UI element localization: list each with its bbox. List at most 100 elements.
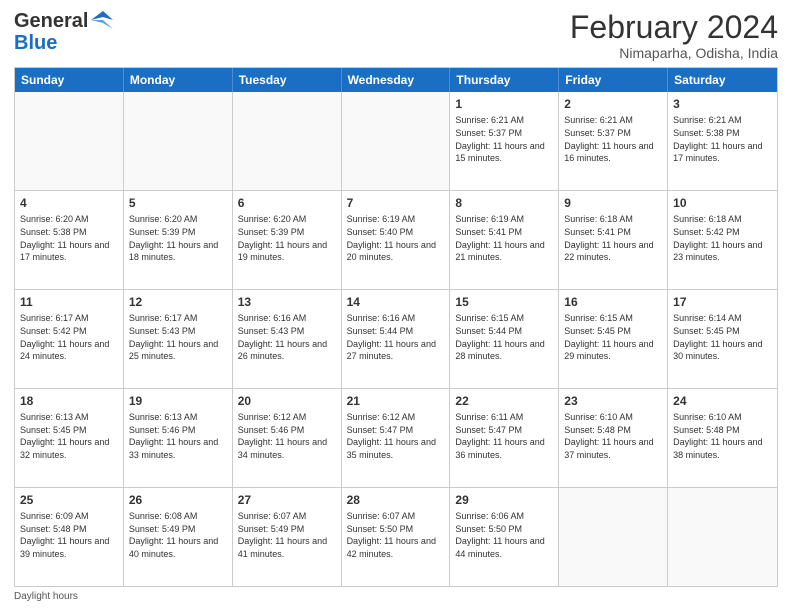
footer: Daylight hours xyxy=(14,591,778,602)
day-number: 29 xyxy=(455,492,553,508)
day-info: Sunrise: 6:16 AM Sunset: 5:43 PM Dayligh… xyxy=(238,312,336,362)
day-info: Sunrise: 6:20 AM Sunset: 5:39 PM Dayligh… xyxy=(238,213,336,263)
page: General Blue February 2024 Nimaparha, Od… xyxy=(0,0,792,612)
day-cell: 14 Sunrise: 6:16 AM Sunset: 5:44 PM Dayli… xyxy=(342,290,451,388)
day-info: Sunrise: 6:19 AM Sunset: 5:41 PM Dayligh… xyxy=(455,213,553,263)
day-number: 4 xyxy=(20,195,118,211)
day-number: 16 xyxy=(564,294,662,310)
day-cell: 16Sunrise: 6:15 AM Sunset: 5:45 PM Dayli… xyxy=(559,290,668,388)
day-number: 19 xyxy=(129,393,227,409)
calendar-body: 1 Sunrise: 6:21 AM Sunset: 5:37 PM Daylig… xyxy=(15,92,777,586)
day-header-wednesday: Wednesday xyxy=(342,68,451,92)
day-info: Sunrise: 6:06 AM Sunset: 5:50 PM Dayligh… xyxy=(455,510,553,560)
day-cell: 17 Sunrise: 6:14 AM Sunset: 5:45 PM Dayli… xyxy=(668,290,777,388)
day-number: 9 xyxy=(564,195,662,211)
day-cell: 9 Sunrise: 6:18 AM Sunset: 5:41 PM Daylig… xyxy=(559,191,668,289)
day-info: Sunrise: 6:17 AM Sunset: 5:42 PM Dayligh… xyxy=(20,312,118,362)
day-header-friday: Friday xyxy=(559,68,668,92)
day-info: Sunrise: 6:10 AM Sunset: 5:48 PM Dayligh… xyxy=(673,411,772,461)
day-info: Sunrise: 6:19 AM Sunset: 5:40 PM Dayligh… xyxy=(347,213,445,263)
day-cell: 8 Sunrise: 6:19 AM Sunset: 5:41 PM Daylig… xyxy=(450,191,559,289)
day-info: Sunrise: 6:12 AM Sunset: 5:47 PM Dayligh… xyxy=(347,411,445,461)
day-cell: 13 Sunrise: 6:16 AM Sunset: 5:43 PM Dayli… xyxy=(233,290,342,388)
day-info: Sunrise: 6:12 AM Sunset: 5:46 PM Dayligh… xyxy=(238,411,336,461)
day-cell xyxy=(668,488,777,586)
day-info: Sunrise: 6:13 AM Sunset: 5:46 PM Dayligh… xyxy=(129,411,227,461)
day-cell: 27 Sunrise: 6:07 AM Sunset: 5:49 PM Dayli… xyxy=(233,488,342,586)
day-cell: 7 Sunrise: 6:19 AM Sunset: 5:40 PM Daylig… xyxy=(342,191,451,289)
day-info: Sunrise: 6:14 AM Sunset: 5:45 PM Dayligh… xyxy=(673,312,772,362)
day-cell: 18 Sunrise: 6:13 AM Sunset: 5:45 PM Dayli… xyxy=(15,389,124,487)
day-cell: 23Sunrise: 6:10 AM Sunset: 5:48 PM Dayli… xyxy=(559,389,668,487)
day-info: Sunrise: 6:18 AM Sunset: 5:42 PM Dayligh… xyxy=(673,213,772,263)
day-number: 17 xyxy=(673,294,772,310)
day-info: Sunrise: 6:21 AM Sunset: 5:37 PM Dayligh… xyxy=(455,114,553,164)
day-number: 14 xyxy=(347,294,445,310)
day-cell: 20 Sunrise: 6:12 AM Sunset: 5:46 PM Dayli… xyxy=(233,389,342,487)
day-number: 20 xyxy=(238,393,336,409)
day-number: 23 xyxy=(564,393,662,409)
day-cell: 5Sunrise: 6:20 AM Sunset: 5:39 PM Daylig… xyxy=(124,191,233,289)
day-number: 26 xyxy=(129,492,227,508)
week-row: 1 Sunrise: 6:21 AM Sunset: 5:37 PM Daylig… xyxy=(15,92,777,191)
day-info: Sunrise: 6:07 AM Sunset: 5:49 PM Dayligh… xyxy=(238,510,336,560)
day-header-saturday: Saturday xyxy=(668,68,777,92)
logo-general: General xyxy=(14,10,88,32)
day-number: 5 xyxy=(129,195,227,211)
day-number: 6 xyxy=(238,195,336,211)
subtitle: Nimaparha, Odisha, India xyxy=(570,45,778,61)
day-info: Sunrise: 6:21 AM Sunset: 5:38 PM Dayligh… xyxy=(673,114,772,164)
main-title: February 2024 xyxy=(570,10,778,45)
logo: General Blue xyxy=(14,10,113,54)
day-cell: 6 Sunrise: 6:20 AM Sunset: 5:39 PM Daylig… xyxy=(233,191,342,289)
header: General Blue February 2024 Nimaparha, Od… xyxy=(14,10,778,61)
day-cell: 3Sunrise: 6:21 AM Sunset: 5:38 PM Daylig… xyxy=(668,92,777,190)
day-info: Sunrise: 6:21 AM Sunset: 5:37 PM Dayligh… xyxy=(564,114,662,164)
day-cell: 4 Sunrise: 6:20 AM Sunset: 5:38 PM Daylig… xyxy=(15,191,124,289)
day-cell: 1 Sunrise: 6:21 AM Sunset: 5:37 PM Daylig… xyxy=(450,92,559,190)
day-header-tuesday: Tuesday xyxy=(233,68,342,92)
day-cell xyxy=(342,92,451,190)
day-info: Sunrise: 6:11 AM Sunset: 5:47 PM Dayligh… xyxy=(455,411,553,461)
logo-blue: Blue xyxy=(14,32,57,54)
day-number: 10 xyxy=(673,195,772,211)
day-number: 18 xyxy=(20,393,118,409)
day-info: Sunrise: 6:07 AM Sunset: 5:50 PM Dayligh… xyxy=(347,510,445,560)
logo-bird-icon xyxy=(91,11,113,29)
day-number: 1 xyxy=(455,96,553,112)
day-header-sunday: Sunday xyxy=(15,68,124,92)
day-number: 13 xyxy=(238,294,336,310)
logo-svg: General Blue xyxy=(14,10,113,54)
day-info: Sunrise: 6:16 AM Sunset: 5:44 PM Dayligh… xyxy=(347,312,445,362)
day-cell: 2Sunrise: 6:21 AM Sunset: 5:37 PM Daylig… xyxy=(559,92,668,190)
day-header-monday: Monday xyxy=(124,68,233,92)
day-info: Sunrise: 6:15 AM Sunset: 5:44 PM Dayligh… xyxy=(455,312,553,362)
daylight-label: Daylight hours xyxy=(14,591,78,602)
week-row: 11Sunrise: 6:17 AM Sunset: 5:42 PM Dayli… xyxy=(15,290,777,389)
day-number: 28 xyxy=(347,492,445,508)
day-cell: 10 Sunrise: 6:18 AM Sunset: 5:42 PM Dayli… xyxy=(668,191,777,289)
day-number: 22 xyxy=(455,393,553,409)
day-cell: 21 Sunrise: 6:12 AM Sunset: 5:47 PM Dayli… xyxy=(342,389,451,487)
day-info: Sunrise: 6:20 AM Sunset: 5:38 PM Dayligh… xyxy=(20,213,118,263)
week-row: 4 Sunrise: 6:20 AM Sunset: 5:38 PM Daylig… xyxy=(15,191,777,290)
day-cell: 19 Sunrise: 6:13 AM Sunset: 5:46 PM Dayli… xyxy=(124,389,233,487)
day-info: Sunrise: 6:13 AM Sunset: 5:45 PM Dayligh… xyxy=(20,411,118,461)
week-row: 18 Sunrise: 6:13 AM Sunset: 5:45 PM Dayli… xyxy=(15,389,777,488)
day-info: Sunrise: 6:17 AM Sunset: 5:43 PM Dayligh… xyxy=(129,312,227,362)
day-cell xyxy=(559,488,668,586)
day-cell: 22 Sunrise: 6:11 AM Sunset: 5:47 PM Dayli… xyxy=(450,389,559,487)
day-number: 24 xyxy=(673,393,772,409)
calendar: SundayMondayTuesdayWednesdayThursdayFrid… xyxy=(14,67,778,587)
day-info: Sunrise: 6:18 AM Sunset: 5:41 PM Dayligh… xyxy=(564,213,662,263)
day-cell xyxy=(233,92,342,190)
day-number: 27 xyxy=(238,492,336,508)
day-headers: SundayMondayTuesdayWednesdayThursdayFrid… xyxy=(15,68,777,92)
day-number: 25 xyxy=(20,492,118,508)
day-number: 21 xyxy=(347,393,445,409)
day-number: 7 xyxy=(347,195,445,211)
week-row: 25Sunrise: 6:09 AM Sunset: 5:48 PM Dayli… xyxy=(15,488,777,586)
day-cell xyxy=(124,92,233,190)
day-cell: 11Sunrise: 6:17 AM Sunset: 5:42 PM Dayli… xyxy=(15,290,124,388)
day-number: 8 xyxy=(455,195,553,211)
